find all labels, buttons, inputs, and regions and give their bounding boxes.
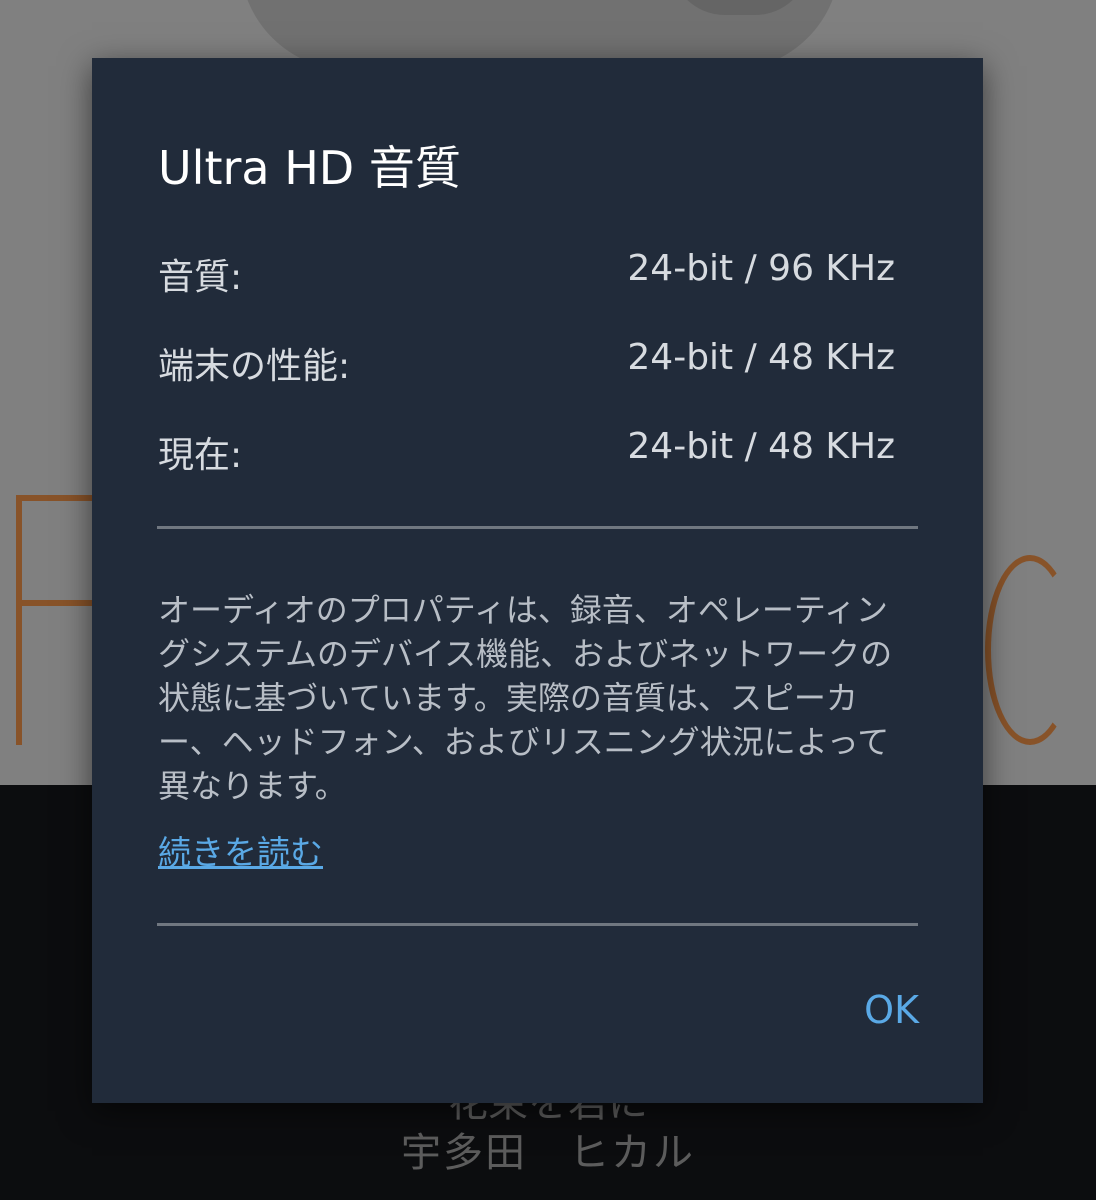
spec-label-current: 現在:: [158, 435, 243, 476]
spec-value-quality: 24-bit / 96 KHz: [627, 248, 895, 289]
dialog-title: Ultra HD 音質: [158, 141, 461, 195]
spec-value-current: 24-bit / 48 KHz: [627, 426, 895, 467]
spec-row-device-capability: 端末の性能: 24-bit / 48 KHz: [158, 337, 895, 387]
ok-button[interactable]: OK: [864, 988, 919, 1032]
spec-label-device-capability: 端末の性能:: [158, 346, 351, 387]
divider-bottom: [157, 923, 918, 926]
divider-top: [157, 526, 918, 529]
spec-value-device-capability: 24-bit / 48 KHz: [627, 337, 895, 378]
read-more-link[interactable]: 続きを読む: [158, 826, 323, 874]
spec-row-quality: 音質: 24-bit / 96 KHz: [158, 248, 895, 298]
spec-row-current: 現在: 24-bit / 48 KHz: [158, 426, 895, 476]
ultra-hd-quality-dialog: Ultra HD 音質 音質: 24-bit / 96 KHz 端末の性能: 2…: [92, 58, 983, 1103]
dialog-description: オーディオのプロパティは、録音、オペレーティングシステムのデバイス機能、およびネ…: [158, 591, 893, 805]
screen: 花束を君に 宇多田 ヒカル Ultra HD 音質 音質: 24-bit / 9…: [0, 0, 1096, 1200]
spec-label-quality: 音質:: [158, 257, 243, 298]
